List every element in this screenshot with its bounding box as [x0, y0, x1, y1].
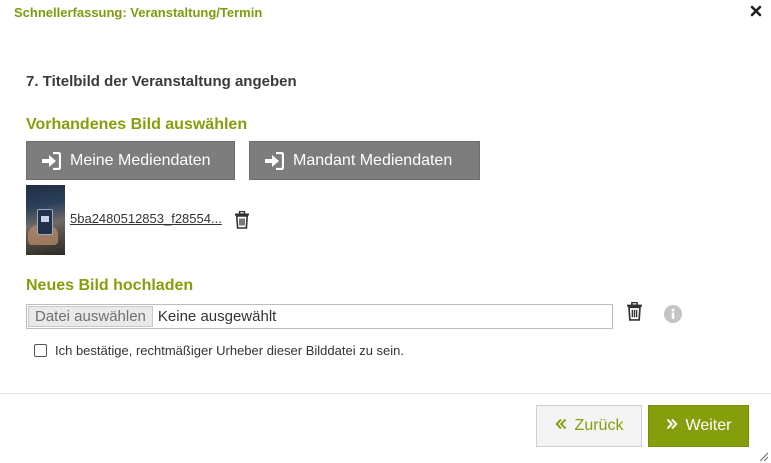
choose-file-button[interactable]: Datei auswählen — [28, 306, 153, 327]
sign-in-icon — [264, 151, 285, 170]
next-button[interactable]: Weiter — [648, 405, 749, 447]
mandant-mediendaten-button[interactable]: Mandant Mediendaten — [249, 141, 480, 180]
resize-grip-icon[interactable] — [757, 449, 769, 462]
step-title: 7. Titelbild der Veranstaltung angeben — [26, 73, 297, 90]
info-icon[interactable] — [664, 305, 682, 323]
meine-mediendaten-button[interactable]: Meine Mediendaten — [26, 141, 235, 180]
sign-in-icon — [41, 151, 62, 170]
confirm-label: Ich bestätige, rechtmäßiger Urheber dies… — [55, 343, 405, 358]
next-label: Weiter — [685, 417, 732, 434]
footer-divider — [0, 393, 771, 394]
dialog-title: Schnellerfassung: Veranstaltung/Termin — [14, 5, 263, 20]
confirm-checkbox[interactable] — [34, 344, 47, 357]
meine-mediendaten-label: Meine Mediendaten — [70, 151, 211, 169]
double-chevron-right-icon — [666, 417, 678, 435]
confirm-row: Ich bestätige, rechtmäßiger Urheber dies… — [34, 343, 404, 358]
file-input[interactable]: Datei auswählen Keine ausgewählt — [26, 304, 613, 329]
upload-heading: Neues Bild hochladen — [26, 277, 194, 294]
back-label: Zurück — [574, 417, 624, 434]
trash-icon[interactable] — [234, 210, 250, 229]
mandant-mediendaten-label: Mandant Mediendaten — [293, 151, 453, 169]
existing-image-heading: Vorhandenes Bild auswählen — [26, 116, 248, 133]
double-chevron-left-icon — [554, 417, 567, 435]
close-icon[interactable] — [749, 4, 763, 18]
existing-file-link[interactable]: 5ba2480512853_f28554... — [70, 211, 222, 226]
trash-icon[interactable] — [626, 301, 643, 321]
back-button[interactable]: Zurück — [536, 405, 642, 447]
file-status: Keine ausgewählt — [157, 308, 277, 325]
image-thumbnail — [26, 185, 65, 255]
